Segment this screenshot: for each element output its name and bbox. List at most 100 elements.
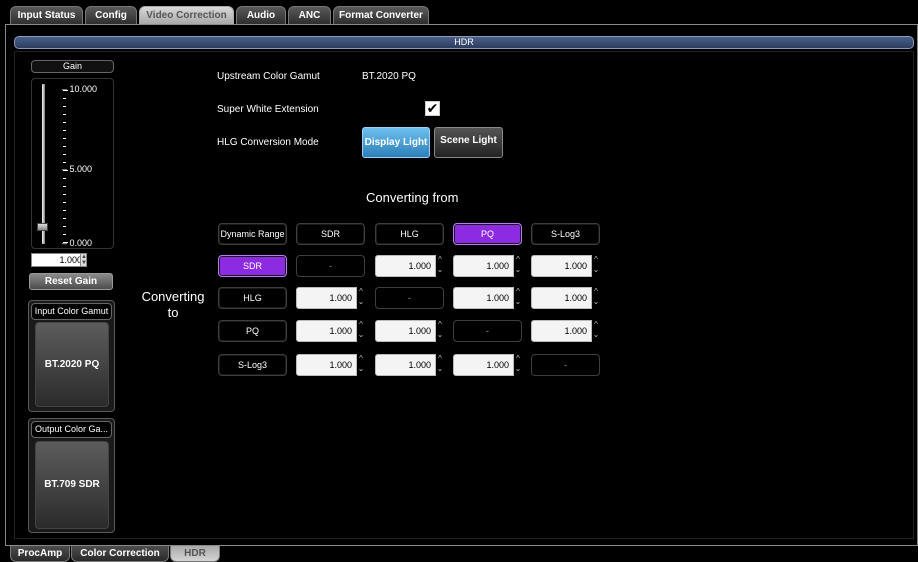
gain-tick-min: – 0.000 [62, 238, 93, 248]
tab-format-converter[interactable]: Format Converter [333, 6, 429, 24]
super-white-checkbox[interactable]: ✔ [425, 101, 440, 116]
cell-spinner[interactable]: ^ ⌄ [514, 354, 522, 376]
cell-spinner[interactable]: ^ ⌄ [436, 354, 444, 376]
tick [63, 106, 66, 107]
cell-sdr-sdr: - [296, 255, 365, 277]
gain-tick-max-value: 10.000 [69, 84, 98, 94]
cell-spinner[interactable]: ^ ⌄ [592, 287, 600, 309]
gain-tick-min-value: 0.000 [69, 238, 93, 248]
cell-pq-hlg[interactable]: 1.000 ^ ⌄ [375, 320, 444, 342]
col-header-hlg[interactable]: HLG [375, 223, 444, 245]
cell-spinner[interactable]: ^ ⌄ [514, 255, 522, 277]
gain-spinner[interactable]: ▲ ▼ [80, 253, 87, 267]
tick [63, 226, 66, 227]
cell-slog3-slog3: - [531, 354, 600, 376]
converting-to-line2: to [167, 305, 179, 320]
tick [63, 210, 66, 211]
converting-to-title: Converting to [138, 289, 208, 321]
cell-value[interactable]: 1.000 [453, 287, 514, 309]
tab-input-status[interactable]: Input Status [10, 6, 83, 24]
cell-value[interactable]: 1.000 [375, 354, 436, 376]
top-tab-bar: Input Status Config Video Correction Aud… [0, 0, 918, 24]
cell-spinner[interactable]: ^ ⌄ [592, 255, 600, 277]
tick [63, 130, 66, 131]
cell-slog3-sdr[interactable]: 1.000 ^ ⌄ [296, 354, 365, 376]
cell-value[interactable]: 1.000 [296, 354, 357, 376]
tab-anc[interactable]: ANC [288, 6, 331, 24]
cell-spinner[interactable]: ^ ⌄ [436, 320, 444, 342]
cell-spinner[interactable]: ^ ⌄ [514, 287, 522, 309]
gain-value-input[interactable]: 1.000 [31, 253, 86, 267]
row-header-sdr[interactable]: SDR [218, 255, 287, 277]
cell-sdr-slog3[interactable]: 1.000 ^ ⌄ [531, 255, 600, 277]
output-gamut-button[interactable]: BT.709 SDR [35, 441, 109, 529]
tab-video-correction[interactable]: Video Correction [139, 6, 234, 24]
tick [63, 122, 66, 123]
hlg-mode-label: HLG Conversion Mode [217, 137, 319, 148]
gain-tick-mid: – 5.000 [62, 164, 93, 174]
cell-hlg-slog3[interactable]: 1.000 ^ ⌄ [531, 287, 600, 309]
cell-spinner[interactable]: ^ ⌄ [592, 320, 600, 342]
cell-value[interactable]: 1.000 [296, 287, 357, 309]
col-header-slog3[interactable]: S-Log3 [531, 223, 600, 245]
tick [63, 154, 66, 155]
panel-header: HDR [14, 36, 914, 49]
row-header-pq[interactable]: PQ [218, 320, 287, 342]
row-header-hlg[interactable]: HLG [218, 287, 287, 309]
cell-pq-pq: - [453, 320, 522, 342]
tab-audio[interactable]: Audio [236, 6, 286, 24]
col-header-sdr[interactable]: SDR [296, 223, 365, 245]
tick [63, 178, 66, 179]
tab-procamp[interactable]: ProcAmp [10, 546, 70, 562]
cell-spinner[interactable]: ^ ⌄ [436, 255, 444, 277]
cell-value[interactable]: 1.000 [375, 320, 436, 342]
cell-value[interactable]: 1.000 [375, 255, 436, 277]
tick [63, 146, 66, 147]
tick [63, 162, 66, 163]
gain-slider-track[interactable] [42, 84, 45, 244]
cell-value[interactable]: 1.000 [453, 255, 514, 277]
cell-slog3-hlg[interactable]: 1.000 ^ ⌄ [375, 354, 444, 376]
cell-value[interactable]: 1.000 [453, 354, 514, 376]
cell-pq-sdr[interactable]: 1.000 ^ ⌄ [296, 320, 365, 342]
cell-value[interactable]: 1.000 [531, 255, 592, 277]
row-header-slog3[interactable]: S-Log3 [218, 354, 287, 376]
super-white-label: Super White Extension [217, 104, 319, 115]
upstream-gamut-value: BT.2020 PQ [362, 71, 416, 82]
cell-spinner[interactable]: ^ ⌄ [357, 320, 365, 342]
tab-hdr[interactable]: HDR [170, 546, 220, 562]
cell-spinner[interactable]: ^ ⌄ [357, 287, 365, 309]
col-header-pq[interactable]: PQ [453, 223, 522, 245]
cell-hlg-pq[interactable]: 1.000 ^ ⌄ [453, 287, 522, 309]
gain-tick-max: – 10.000 [62, 84, 98, 94]
tick [63, 234, 66, 235]
scene-light-button[interactable]: Scene Light [434, 127, 503, 158]
input-gamut-label: Input Color Gamut [31, 303, 112, 320]
output-gamut-label: Output Color Ga... [31, 421, 112, 438]
input-gamut-button[interactable]: BT.2020 PQ [35, 322, 109, 407]
cell-sdr-pq[interactable]: 1.000 ^ ⌄ [453, 255, 522, 277]
reset-gain-button[interactable]: Reset Gain [29, 273, 113, 290]
gain-slider-thumb[interactable] [37, 223, 48, 231]
cell-hlg-sdr[interactable]: 1.000 ^ ⌄ [296, 287, 365, 309]
converting-to-line1: Converting [141, 289, 205, 304]
cell-pq-slog3[interactable]: 1.000 ^ ⌄ [531, 320, 600, 342]
tick [63, 194, 66, 195]
cell-slog3-pq[interactable]: 1.000 ^ ⌄ [453, 354, 522, 376]
cell-value[interactable]: 1.000 [531, 287, 592, 309]
display-light-button[interactable]: Display Light [362, 127, 430, 158]
dynamic-range-header: Dynamic Range [218, 223, 287, 245]
cell-hlg-hlg: - [375, 287, 444, 309]
cell-sdr-hlg[interactable]: 1.000 ^ ⌄ [375, 255, 444, 277]
tick [63, 114, 66, 115]
tab-color-correction[interactable]: Color Correction [71, 546, 169, 562]
converting-from-title: Converting from [366, 190, 459, 205]
tick [63, 98, 66, 99]
cell-value[interactable]: 1.000 [296, 320, 357, 342]
upstream-gamut-label: Upstream Color Gamut [217, 71, 320, 82]
gain-label: Gain [31, 60, 114, 73]
tick [63, 138, 66, 139]
cell-spinner[interactable]: ^ ⌄ [357, 354, 365, 376]
cell-value[interactable]: 1.000 [531, 320, 592, 342]
tab-config[interactable]: Config [85, 6, 137, 24]
